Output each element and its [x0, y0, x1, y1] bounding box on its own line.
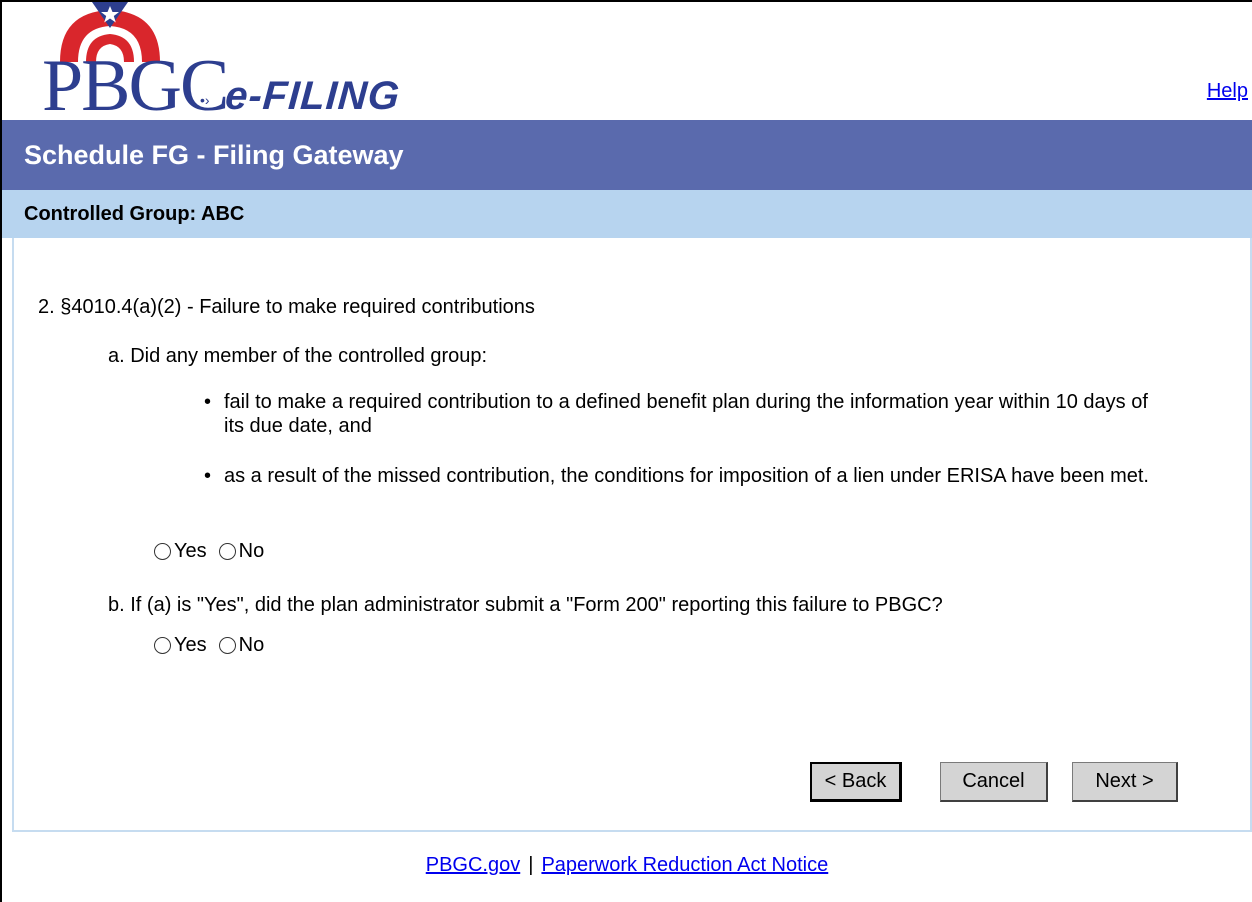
next-button[interactable]: Next >	[1072, 762, 1178, 802]
title-bar: Schedule FG - Filing Gateway	[2, 120, 1252, 190]
question-a-yes-radio[interactable]	[154, 543, 171, 560]
help-link[interactable]: Help	[1207, 80, 1248, 103]
footer: PBGC.gov | Paperwork Reduction Act Notice	[2, 854, 1252, 877]
question-a-no-label[interactable]: No	[239, 540, 265, 563]
footer-separator: |	[528, 854, 534, 876]
page: PBGC •› e-FILING PORTAL Help Schedule FG…	[0, 0, 1252, 902]
question-b-no-radio[interactable]	[218, 637, 236, 654]
pbgc-gov-link[interactable]: PBGC.gov	[426, 854, 520, 876]
question-a-bullet-2: as a result of the missed contribution, …	[202, 464, 1162, 488]
controlled-group-label: Controlled Group: ABC	[24, 202, 245, 225]
logo-divider-icon: •›	[200, 92, 210, 108]
question-b-yes-label[interactable]: Yes	[174, 634, 207, 657]
question-panel: 2. §4010.4(a)(2) - Failure to make requi…	[12, 238, 1252, 832]
paperwork-reduction-act-link[interactable]: Paperwork Reduction Act Notice	[541, 854, 828, 876]
question-a-no-radio[interactable]	[218, 543, 236, 560]
subtitle-bar: Controlled Group: ABC	[2, 190, 1252, 238]
question-a-radio-group: Yes No	[154, 540, 276, 563]
page-title: Schedule FG - Filing Gateway	[24, 139, 404, 170]
pbgc-logo: PBGC •› e-FILING PORTAL	[14, 2, 534, 158]
question-a-bullet-1: fail to make a required contribution to …	[202, 390, 1162, 438]
question-b-no-label[interactable]: No	[239, 634, 265, 657]
question-b-radio-group: Yes No	[154, 634, 276, 657]
cancel-button[interactable]: Cancel	[940, 762, 1048, 802]
question-b-text: b. If (a) is "Yes", did the plan adminis…	[108, 594, 943, 616]
question-a-text: a. Did any member of the controlled grou…	[108, 345, 488, 367]
logo-main-text: PBGC	[42, 45, 229, 127]
question-heading: 2. §4010.4(a)(2) - Failure to make requi…	[38, 296, 535, 318]
back-button[interactable]: < Back	[810, 762, 902, 802]
question-a-yes-label[interactable]: Yes	[174, 540, 207, 563]
question-b-yes-radio[interactable]	[154, 637, 171, 654]
